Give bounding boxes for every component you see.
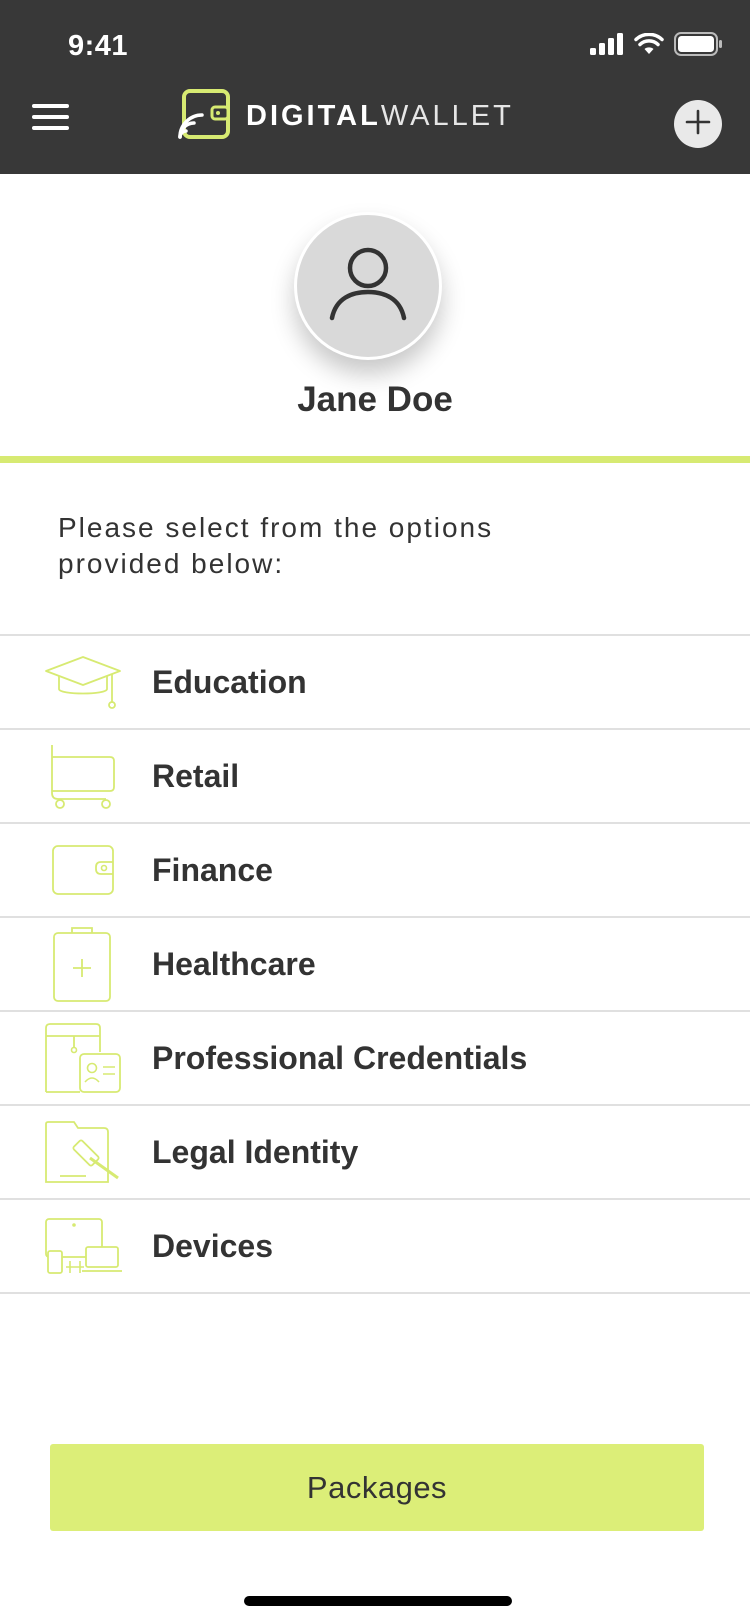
logo-text-light: WALLET	[380, 99, 514, 132]
logo-text-bold: DIGITAL	[246, 99, 381, 132]
devices-icon	[44, 1208, 122, 1284]
avatar[interactable]	[294, 212, 442, 360]
add-button[interactable]	[674, 100, 722, 148]
battery-icon	[674, 31, 722, 61]
gavel-folder-icon	[44, 1114, 122, 1190]
user-icon	[326, 242, 410, 331]
option-healthcare[interactable]: Healthcare	[0, 918, 750, 1012]
hamburger-menu-icon[interactable]	[32, 104, 69, 130]
logo-text: DIGITALWALLET	[246, 100, 514, 133]
accent-divider	[0, 456, 750, 463]
graduation-cap-icon	[44, 644, 122, 720]
id-card-folder-icon	[44, 1020, 122, 1096]
wifi-icon	[634, 32, 664, 60]
clipboard-plus-icon	[44, 926, 122, 1002]
packages-button[interactable]: Packages	[50, 1444, 704, 1531]
option-finance[interactable]: Finance	[0, 824, 750, 918]
option-education[interactable]: Education	[0, 636, 750, 730]
option-legal-identity[interactable]: Legal Identity	[0, 1106, 750, 1200]
wallet-icon	[44, 832, 122, 908]
option-label: Retail	[152, 757, 240, 794]
instruction-text: Please select from the options provided …	[58, 512, 494, 579]
option-label: Finance	[152, 851, 273, 888]
app-logo: DIGITALWALLET	[178, 88, 514, 144]
user-name: Jane Doe	[297, 380, 453, 419]
option-retail[interactable]: Retail	[0, 730, 750, 824]
option-label: Legal Identity	[152, 1133, 359, 1170]
plus-icon	[685, 109, 711, 140]
option-devices[interactable]: Devices	[0, 1200, 750, 1294]
options-list: Education Retail Finance Healthcare Prof…	[0, 634, 750, 1294]
option-label: Education	[152, 663, 307, 700]
profile-section: Jane Doe	[0, 174, 750, 460]
status-time: 9:41	[68, 30, 129, 62]
option-label: Devices	[152, 1227, 273, 1264]
status-icons	[590, 31, 722, 61]
option-label: Professional Credentials	[152, 1039, 528, 1076]
shopping-cart-icon	[44, 738, 122, 814]
app-header: 9:41 DIGITALWALLET	[0, 0, 750, 174]
home-indicator	[244, 1596, 512, 1606]
wallet-signal-logo-icon	[178, 87, 232, 146]
option-professional-credentials[interactable]: Professional Credentials	[0, 1012, 750, 1106]
option-label: Healthcare	[152, 945, 316, 982]
cellular-signal-icon	[590, 32, 624, 60]
